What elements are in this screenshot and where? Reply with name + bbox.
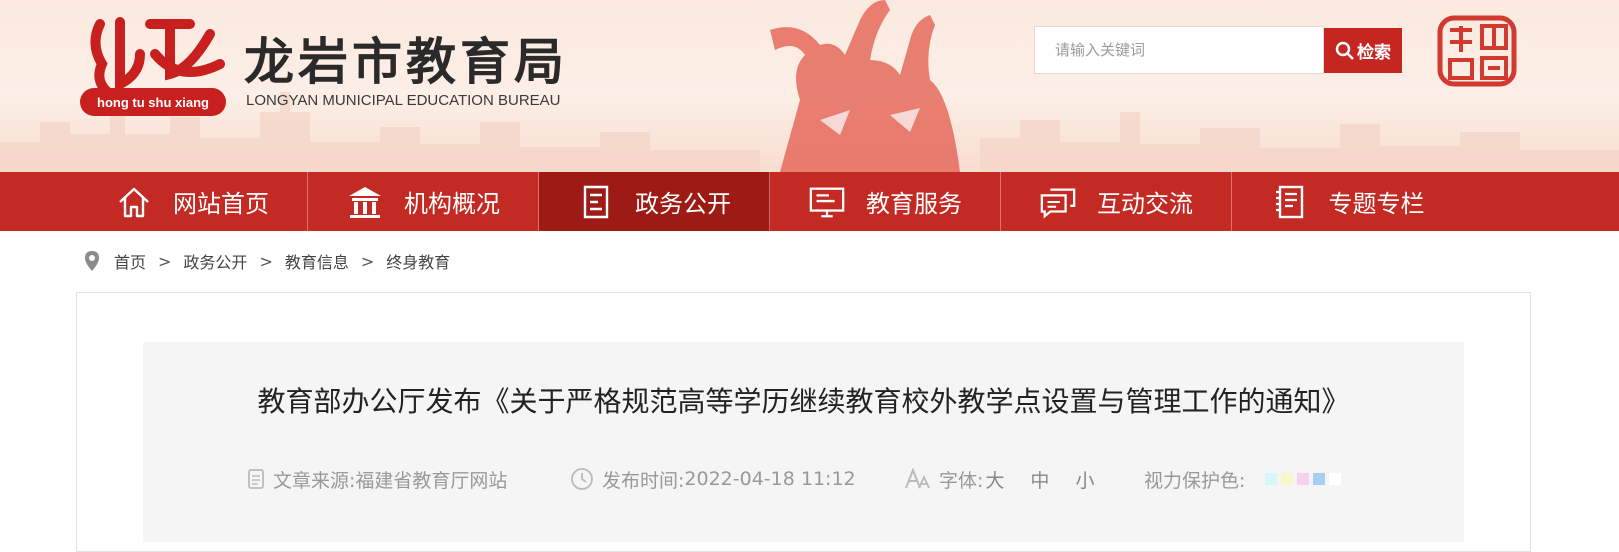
clock-icon [570,467,594,491]
pioneers-silhouette-decoration [770,0,960,172]
eye-color-blue-swatch[interactable] [1313,473,1326,485]
search-button[interactable]: 检索 [1324,28,1402,73]
monitor-icon [808,183,846,221]
nav-item-label: 机构概况 [404,190,500,218]
eye-protection-label: 视力保护色: [1144,469,1246,492]
eye-color-cyan-swatch[interactable] [1265,473,1278,485]
site-subtitle: LONGYAN MUNICIPAL EDUCATION BUREAU [246,92,561,109]
breadcrumb-edu-info[interactable]: 教育信息 [285,249,349,273]
home-icon [115,183,153,221]
nav-item-gov-affairs[interactable]: 政务公开 [539,172,770,231]
document-icon [577,183,615,221]
chat-icon [1039,183,1077,221]
breadcrumb-home[interactable]: 首页 [114,249,146,273]
eye-color-yellow-swatch[interactable] [1281,473,1294,485]
nav-item-about[interactable]: 机构概况 [308,172,539,231]
breadcrumb-separator: > [158,251,172,271]
article-title: 教育部办公厅发布《关于严格规范高等学历继续教育校外教学点设置与管理工作的通知》 [257,385,1350,418]
site-header: hong tu shu xiang 龙岩市教育局 LONGYAN MUNICIP… [0,0,1619,172]
nav-item-label: 专题专栏 [1328,190,1425,218]
source-value: 福建省教育厅网站 [355,469,508,492]
logo-pill-badge: hong tu shu xiang [80,88,226,116]
font-large-option[interactable]: 大 [985,466,1004,493]
search-icon [1335,41,1354,60]
font-medium-option[interactable]: 中 [1030,466,1049,493]
nav-item-label: 教育服务 [866,190,962,218]
nav-item-label: 互动交流 [1097,190,1193,218]
nav-item-label: 网站首页 [173,190,269,218]
font-small-option[interactable]: 小 [1075,466,1094,493]
time-label: 发布时间: [602,469,685,492]
font-label: 字体: [939,469,984,492]
article-time: 发布时间: 2022-04-18 11:12 [570,464,856,494]
article-source: 文章来源: 福建省教育厅网站 [247,464,507,494]
location-pin-icon [85,251,99,271]
nav-item-home[interactable]: 网站首页 [77,172,308,231]
main-nav: 网站首页 机构概况 政务公开 教育服务 互动交流 专题专栏 [0,172,1619,231]
time-value: 2022-04-18 11:12 [684,468,856,490]
eye-protection-control: 视力保护色: [1144,464,1342,494]
search-input[interactable] [1034,26,1324,74]
breadcrumb-separator: > [259,251,273,271]
eye-color-white-swatch[interactable] [1329,473,1342,485]
font-size-icon [905,468,931,490]
breadcrumb-separator: > [360,251,375,271]
search-button-label: 检索 [1357,43,1391,63]
longyan-china-seal-icon [1437,15,1517,87]
notebook-icon [1271,183,1309,221]
source-label: 文章来源: [273,469,356,492]
document-small-icon [247,468,265,490]
nav-item-label: 政务公开 [635,190,731,218]
article-header: 教育部办公厅发布《关于严格规范高等学历继续教育校外教学点设置与管理工作的通知》 … [143,342,1464,542]
font-size-control: 字体: 大 中 小 [905,464,1094,494]
nav-item-special-topics[interactable]: 专题专栏 [1232,172,1463,231]
breadcrumb: 首页 > 政务公开 > 教育信息 > 终身教育 [84,248,450,274]
site-title: 龙岩市教育局 [244,32,568,91]
nav-item-interaction[interactable]: 互动交流 [1001,172,1232,231]
breadcrumb-gov-affairs[interactable]: 政务公开 [183,249,247,273]
nav-item-edu-services[interactable]: 教育服务 [770,172,1001,231]
building-icon [346,183,384,221]
breadcrumb-lifelong-edu[interactable]: 终身教育 [386,249,450,273]
eye-color-pink-swatch[interactable] [1297,473,1310,485]
